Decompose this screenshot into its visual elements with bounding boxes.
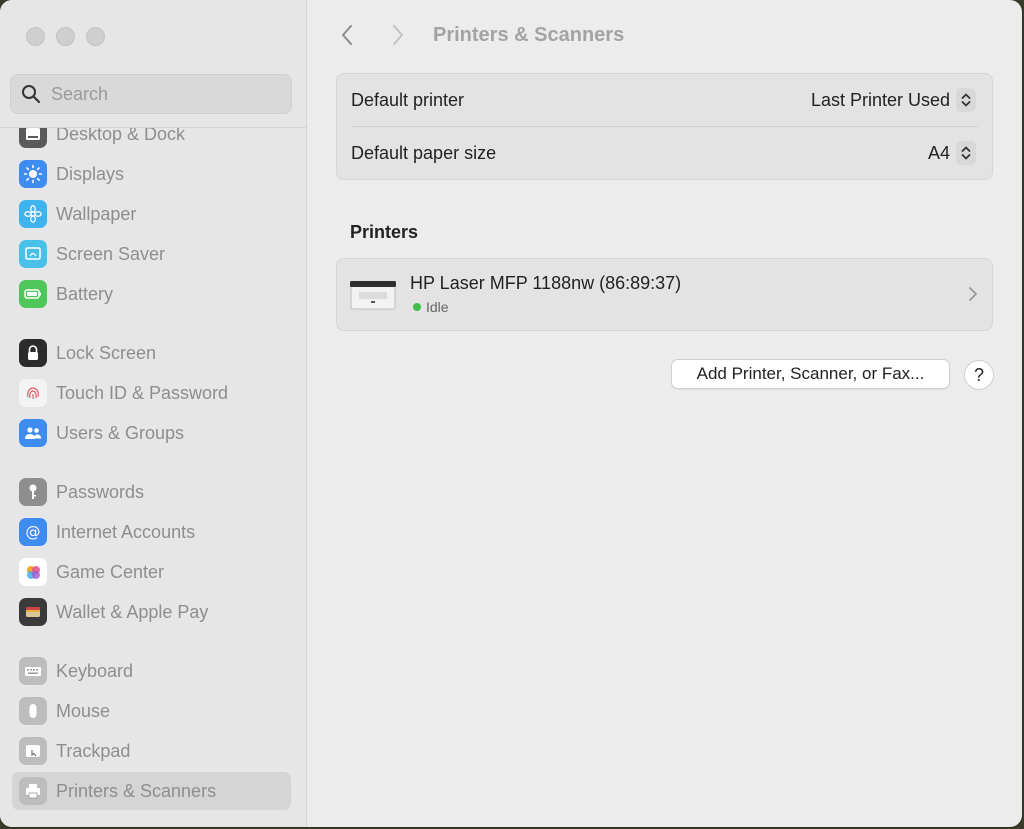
sidebar-item-internet-accounts[interactable]: @ Internet Accounts (12, 513, 291, 551)
game-center-icon (19, 558, 47, 586)
sidebar-item-desktop-dock[interactable]: Desktop & Dock (12, 128, 291, 153)
printer-row[interactable]: HP Laser MFP 1188nw (86:89:37) Idle (337, 259, 992, 330)
page-title: Printers & Scanners (433, 24, 625, 46)
updown-chevron-icon (956, 141, 976, 165)
search-icon (22, 85, 41, 104)
printers-heading: Printers (350, 222, 419, 242)
svg-text:@: @ (26, 523, 41, 541)
screensaver-icon (19, 240, 47, 268)
sidebar-item-battery[interactable]: Battery (12, 275, 291, 313)
window-controls (26, 27, 105, 46)
chevron-left-icon (342, 25, 352, 45)
users-icon (19, 419, 47, 447)
sidebar-item-wallpaper[interactable]: Wallpaper (12, 195, 291, 233)
sidebar: Search Desktop & Dock Displays Wallpaper… (0, 0, 307, 827)
sidebar-item-screen-saver[interactable]: Screen Saver (12, 235, 291, 273)
printer-status-text: Idle (426, 299, 449, 315)
search-placeholder: Search (51, 83, 109, 104)
sidebar-item-keyboard[interactable]: Keyboard (12, 652, 291, 690)
sidebar-item-touch-id[interactable]: Touch ID & Password (12, 374, 291, 412)
sidebar-item-mouse[interactable]: Mouse (12, 692, 291, 730)
sidebar-item-users-groups[interactable]: Users & Groups (12, 414, 291, 452)
sidebar-item-lock-screen[interactable]: Lock Screen (12, 334, 291, 372)
printer-status: Idle (413, 299, 449, 315)
back-button[interactable] (335, 22, 359, 48)
default-printer-select[interactable]: Last Printer Used (811, 88, 976, 112)
keyboard-icon (19, 657, 47, 685)
printers-group: HP Laser MFP 1188nw (86:89:37) Idle (336, 258, 993, 331)
printer-icon (19, 777, 47, 805)
sidebar-item-game-center[interactable]: Game Center (12, 553, 291, 591)
forward-button[interactable] (386, 22, 410, 48)
mouse-icon (19, 697, 47, 725)
dock-icon (19, 128, 47, 148)
status-dot-icon (413, 303, 421, 311)
sidebar-item-passwords[interactable]: Passwords (12, 473, 291, 511)
key-icon (19, 478, 47, 506)
lock-icon (19, 339, 47, 367)
close-window-button[interactable] (26, 27, 45, 46)
help-button[interactable]: ? (964, 360, 994, 390)
chevron-right-icon (393, 25, 403, 45)
default-paper-size-value: A4 (927, 142, 950, 163)
default-printer-row: Default printer Last Printer Used (337, 74, 992, 126)
default-paper-size-label: Default paper size (351, 142, 497, 163)
sidebar-list: Desktop & Dock Displays Wallpaper Screen… (0, 128, 306, 827)
minimize-window-button[interactable] (56, 27, 75, 46)
printer-thumbnail-icon (350, 281, 396, 310)
fingerprint-icon (19, 379, 47, 407)
sidebar-item-printers-scanners[interactable]: Printers & Scanners (12, 772, 291, 810)
printer-name: HP Laser MFP 1188nw (86:89:37) (410, 273, 682, 293)
at-icon: @ (19, 518, 47, 546)
battery-icon (19, 280, 47, 308)
sidebar-item-wallet[interactable]: Wallet & Apple Pay (12, 593, 291, 631)
wallet-icon (19, 598, 47, 626)
sun-icon (19, 160, 47, 188)
add-printer-button[interactable]: Add Printer, Scanner, or Fax... (671, 359, 950, 389)
settings-window: Search Desktop & Dock Displays Wallpaper… (0, 0, 1022, 827)
defaults-group: Default printer Last Printer Used Defaul… (336, 73, 993, 180)
zoom-window-button[interactable] (86, 27, 105, 46)
updown-chevron-icon (956, 88, 976, 112)
default-paper-size-row: Default paper size A4 (351, 126, 978, 179)
trackpad-icon (19, 737, 47, 765)
default-paper-size-select[interactable]: A4 (928, 141, 976, 165)
chevron-right-icon (969, 287, 977, 301)
main-pane: Printers & Scanners Default printer Last… (307, 0, 1022, 827)
sidebar-item-trackpad[interactable]: Trackpad (12, 732, 291, 770)
search-field[interactable]: Search (10, 74, 292, 114)
flower-icon (19, 200, 47, 228)
sidebar-item-displays[interactable]: Displays (12, 155, 291, 193)
default-printer-label: Default printer (351, 89, 465, 110)
default-printer-value: Last Printer Used (810, 89, 950, 110)
